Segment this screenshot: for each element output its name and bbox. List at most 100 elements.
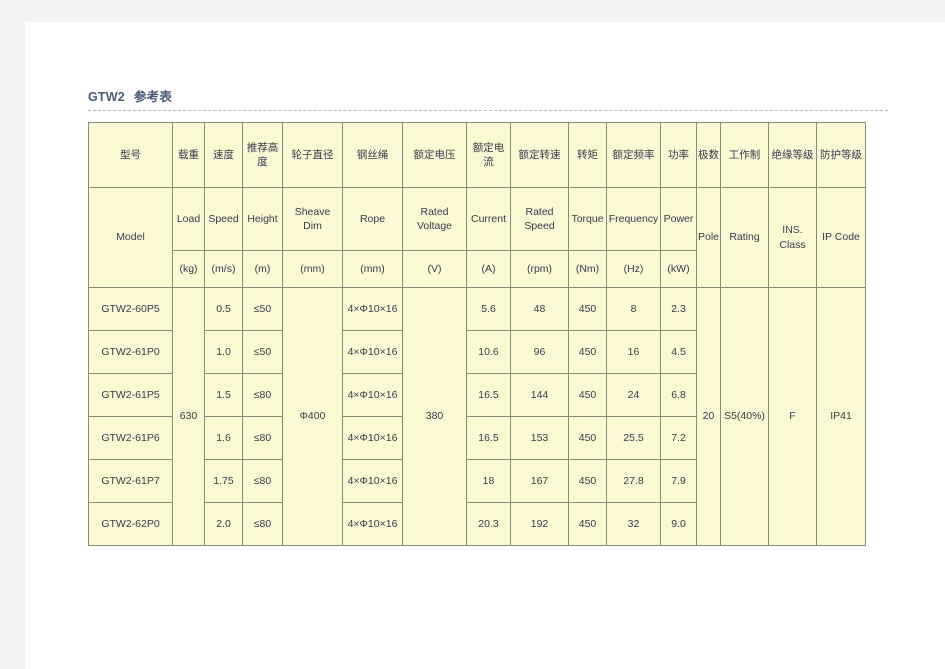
cell-rope: 4×Φ10×16 — [342, 330, 403, 374]
header-cn-model: 型号 — [88, 122, 173, 188]
header-row-cn: 型号 载重 速度 推荐高度 轮子直径 钢丝绳 额定电压 额定电流 额定转速 转矩… — [88, 122, 866, 188]
cell-speed: 2.0 — [204, 502, 243, 546]
header-en-rated-speed: Rated Speed — [510, 187, 569, 251]
unit-current: (A) — [466, 250, 511, 288]
header-en-pole: Pole — [696, 187, 721, 288]
cell-rated-speed: 144 — [510, 373, 569, 417]
cell-rated-speed: 192 — [510, 502, 569, 546]
header-cn-rope: 钢丝绳 — [342, 122, 403, 188]
cell-rated-speed: 96 — [510, 330, 569, 374]
cell-frequency: 8 — [606, 287, 661, 331]
unit-load: (kg) — [172, 250, 205, 288]
cell-speed: 1.6 — [204, 416, 243, 460]
cell-power: 6.8 — [660, 373, 697, 417]
cell-speed: 0.5 — [204, 287, 243, 331]
header-cn-frequency: 额定频率 — [606, 122, 661, 188]
header-en-load: Load — [172, 187, 205, 251]
cell-height: ≤80 — [242, 502, 283, 546]
header-en-speed: Speed — [204, 187, 243, 251]
header-en-rated-voltage-l1: Rated — [420, 205, 449, 218]
cell-rope: 4×Φ10×16 — [342, 459, 403, 503]
header-cn-pole: 极数 — [696, 122, 721, 188]
cell-power: 9.0 — [660, 502, 697, 546]
cell-frequency: 24 — [606, 373, 661, 417]
cell-model: GTW2-61P5 — [88, 373, 173, 417]
cell-torque: 450 — [568, 502, 607, 546]
cell-torque: 450 — [568, 373, 607, 417]
cell-rated-speed: 167 — [510, 459, 569, 503]
cell-power: 7.2 — [660, 416, 697, 460]
cell-rated-speed: 153 — [510, 416, 569, 460]
cell-rope: 4×Φ10×16 — [342, 373, 403, 417]
header-cn-load: 载重 — [172, 122, 205, 188]
unit-speed: (m/s) — [204, 250, 243, 288]
header-en-rope: Rope — [342, 187, 403, 251]
cell-model: GTW2-62P0 — [88, 502, 173, 546]
header-en-ins-class-l2: Class — [779, 238, 806, 251]
header-en-sheave-dim: Sheave Dim — [282, 187, 343, 251]
unit-rope: (mm) — [342, 250, 403, 288]
unit-torque: (Nm) — [568, 250, 607, 288]
cell-speed: 1.5 — [204, 373, 243, 417]
header-en-ins-class-l1: INS. — [782, 224, 803, 237]
cell-torque: 450 — [568, 330, 607, 374]
header-en-model: Model — [88, 187, 173, 288]
cell-torque: 450 — [568, 416, 607, 460]
header-cn-torque: 转矩 — [568, 122, 607, 188]
cell-current: 16.5 — [466, 373, 511, 417]
cell-frequency: 32 — [606, 502, 661, 546]
unit-height: (m) — [242, 250, 283, 288]
page-title-model: GTW2 — [88, 90, 125, 104]
cell-height: ≤50 — [242, 330, 283, 374]
header-cn-rating: 工作制 — [720, 122, 769, 188]
cell-model: GTW2-61P7 — [88, 459, 173, 503]
cell-power: 7.9 — [660, 459, 697, 503]
header-en-torque: Torque — [568, 187, 607, 251]
header-cn-ins-class: 绝缘等级 — [768, 122, 817, 188]
header-en-ins-class: INS. Class — [768, 187, 817, 288]
cell-model: GTW2-60P5 — [88, 287, 173, 331]
cell-model: GTW2-61P6 — [88, 416, 173, 460]
cell-torque: 450 — [568, 287, 607, 331]
header-en-rated-voltage-l2: Voltage — [416, 220, 453, 232]
header-en-sheave-dim-l1: Sheave — [294, 205, 331, 218]
header-en-height: Height — [242, 187, 283, 251]
header-en-rated-voltage: Rated Voltage — [402, 187, 467, 251]
cell-frequency: 25.5 — [606, 416, 661, 460]
cell-frequency: 16 — [606, 330, 661, 374]
header-row-en: Model Load Speed Height Sheave Dim Rope … — [88, 187, 866, 288]
spec-table: 型号 载重 速度 推荐高度 轮子直径 钢丝绳 额定电压 额定电流 额定转速 转矩… — [88, 122, 866, 546]
spec-table-wrapper: 型号 载重 速度 推荐高度 轮子直径 钢丝绳 额定电压 额定电流 额定转速 转矩… — [88, 122, 888, 546]
header-en-rated-speed-l1: Rated — [525, 205, 554, 218]
unit-frequency: (Hz) — [606, 250, 661, 288]
header-en-frequency: Frequency — [606, 187, 661, 251]
document-page: GTW2 参考表 型号 载重 速度 推荐高度 轮子直径 钢丝绳 额定电压 额定电… — [25, 22, 945, 669]
cell-current: 18 — [466, 459, 511, 503]
header-en-rating: Rating — [720, 187, 769, 288]
header-en-power: Power — [660, 187, 697, 251]
cell-speed: 1.75 — [204, 459, 243, 503]
header-cn-current: 额定电流 — [466, 122, 511, 188]
header-cn-rated-voltage: 额定电压 — [402, 122, 467, 188]
page-title: GTW2 参考表 — [88, 86, 888, 111]
cell-rope: 4×Φ10×16 — [342, 416, 403, 460]
document-content: GTW2 参考表 型号 载重 速度 推荐高度 轮子直径 钢丝绳 额定电压 额定电… — [88, 86, 888, 546]
cell-speed: 1.0 — [204, 330, 243, 374]
page-title-cn: 参考表 — [133, 90, 173, 104]
cell-current: 20.3 — [466, 502, 511, 546]
header-en-current: Current — [466, 187, 511, 251]
table-row: GTW2-60P5 630 0.5 ≤50 Φ400 4×Φ10×16 380 … — [88, 287, 866, 546]
cell-sheave-dim-merged: Φ400 — [282, 287, 343, 546]
cell-current: 5.6 — [466, 287, 511, 331]
header-en-sheave-dim-l2: Dim — [303, 220, 322, 232]
header-cn-rated-speed: 额定转速 — [510, 122, 569, 188]
cell-height: ≤80 — [242, 416, 283, 460]
header-en-rated-speed-l2: Speed — [524, 220, 555, 232]
cell-current: 10.6 — [466, 330, 511, 374]
cell-load-merged: 630 — [172, 287, 205, 546]
unit-rated-voltage: (V) — [402, 250, 467, 288]
cell-rope: 4×Φ10×16 — [342, 502, 403, 546]
cell-torque: 450 — [568, 459, 607, 503]
cell-rated-voltage-merged: 380 — [402, 287, 467, 546]
cell-pole-merged: 20 — [696, 287, 721, 546]
